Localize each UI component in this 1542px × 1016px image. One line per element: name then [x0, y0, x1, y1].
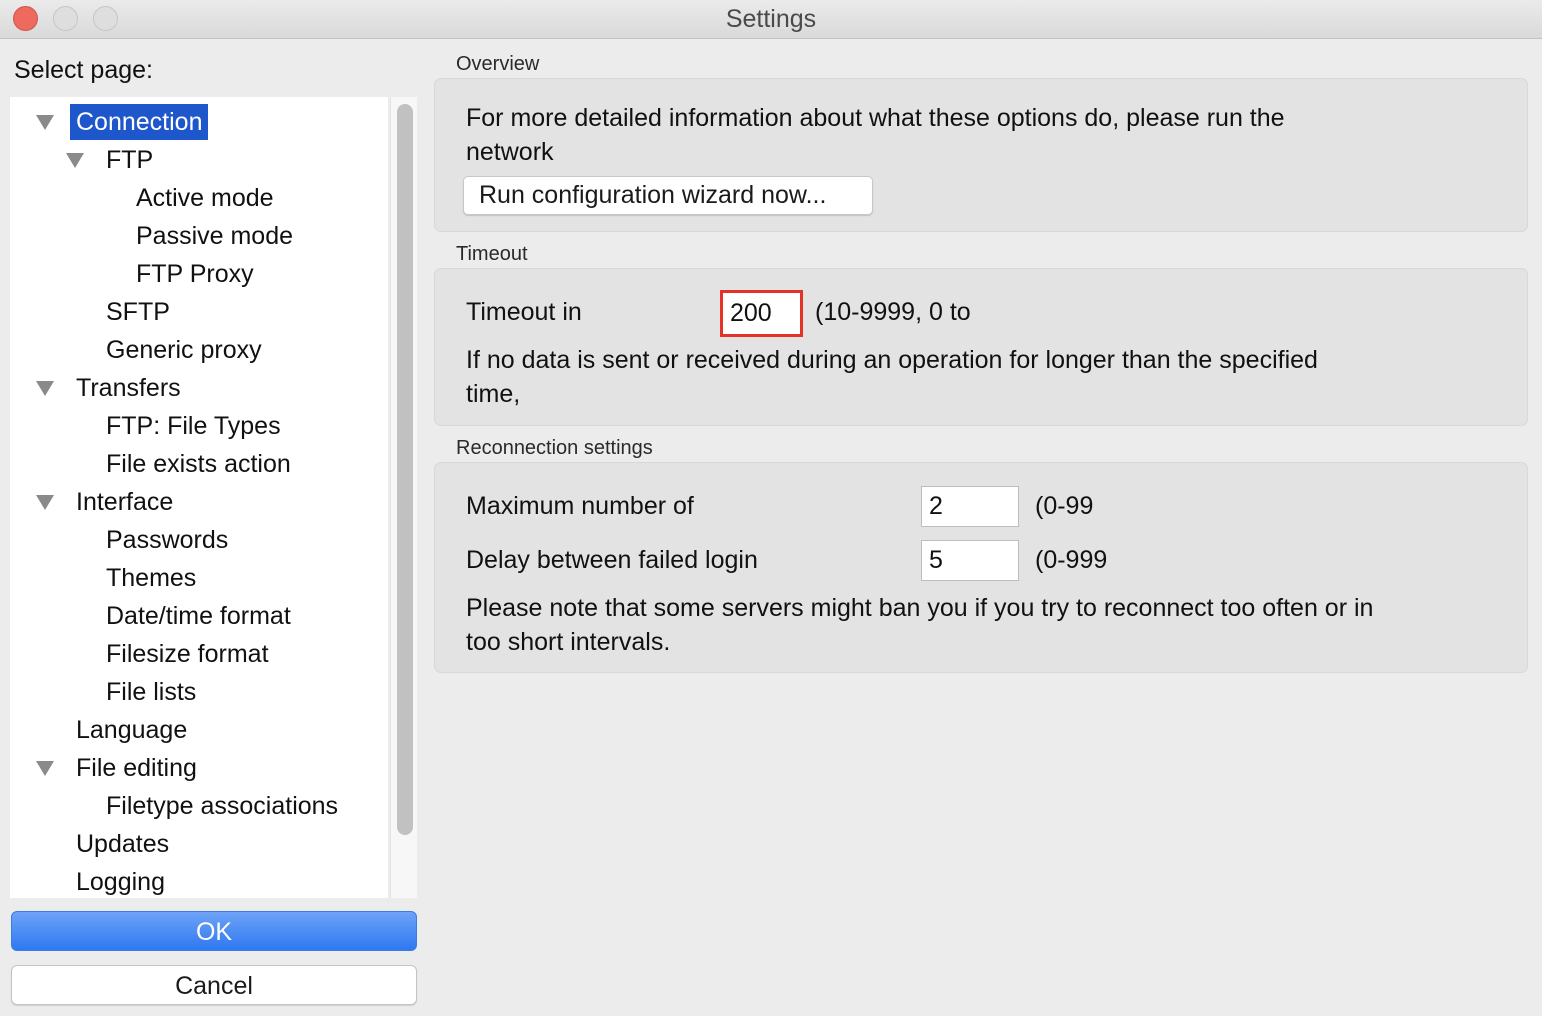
tree-item-language[interactable]: Language — [70, 712, 193, 748]
tree-item-ftp[interactable]: FTP — [100, 142, 159, 178]
max-retries-range-hint: (0-99 — [1035, 492, 1094, 520]
tree-item-passive-mode[interactable]: Passive mode — [130, 218, 299, 254]
reconnection-note-continued: too short intervals. — [466, 628, 671, 656]
tree-item-label: Language — [76, 716, 188, 744]
tree-item-sftp[interactable]: SFTP — [100, 294, 176, 330]
tree-item-file-lists[interactable]: File lists — [100, 674, 202, 710]
title-bar: Settings — [0, 0, 1542, 39]
page-tree[interactable]: Connection FTP Active mode Passive mode FTP … — [10, 97, 388, 898]
window-title: Settings — [725, 5, 817, 33]
delay-input[interactable] — [921, 540, 1019, 581]
tree-item-updates[interactable]: Updates — [70, 826, 175, 862]
timeout-label: Timeout in — [466, 298, 582, 326]
timeout-description-continued: time, — [466, 380, 521, 408]
tree-item-label: FTP Proxy — [136, 260, 254, 288]
tree-item-label: Date/time format — [106, 602, 291, 630]
tree-item-label: Transfers — [76, 374, 181, 402]
timeout-input[interactable] — [720, 290, 803, 337]
tree-item-label: Logging — [76, 868, 165, 896]
overview-text: For more detailed information about what… — [466, 104, 1285, 132]
tree-item-transfers[interactable]: Transfers — [70, 370, 187, 406]
tree-item-label: File editing — [76, 754, 197, 782]
tree-item-label: Themes — [106, 564, 197, 592]
overview-text-continued: network — [466, 138, 554, 166]
tree-item-file-exists-action[interactable]: File exists action — [100, 446, 297, 482]
tree-item-label: File lists — [106, 678, 197, 706]
tree-item-interface[interactable]: Interface — [70, 484, 179, 520]
tree-item-label: Filesize format — [106, 640, 269, 668]
disclosure-triangle-icon[interactable] — [36, 495, 54, 510]
timeout-range-hint: (10-9999, 0 to — [815, 298, 971, 326]
tree-item-themes[interactable]: Themes — [100, 560, 202, 596]
tree-item-logging[interactable]: Logging — [70, 864, 171, 898]
tree-item-label: Connection — [70, 104, 209, 140]
tree-scrollbar[interactable] — [390, 97, 417, 898]
tree-item-generic-proxy[interactable]: Generic proxy — [100, 332, 268, 368]
disclosure-triangle-icon[interactable] — [36, 381, 54, 396]
tree-item-label: Interface — [76, 488, 174, 516]
tree-item-label: Updates — [76, 830, 170, 858]
select-page-label: Select page: — [14, 56, 153, 84]
delay-label: Delay between failed login — [466, 546, 758, 574]
tree-item-label: Passive mode — [136, 222, 294, 250]
disclosure-triangle-icon[interactable] — [66, 153, 84, 168]
tree-item-filetype-associations[interactable]: Filetype associations — [100, 788, 344, 824]
tree-item-label: Generic proxy — [106, 336, 262, 364]
tree-item-label: FTP: File Types — [106, 412, 281, 440]
tree-item-filesize-format[interactable]: Filesize format — [100, 636, 275, 672]
max-retries-label: Maximum number of — [466, 492, 694, 520]
ok-button[interactable]: OK — [11, 911, 417, 951]
overview-group-title: Overview — [456, 53, 540, 75]
run-wizard-button[interactable]: Run configuration wizard now... — [463, 176, 873, 215]
tree-item-ftp-file-types[interactable]: FTP: File Types — [100, 408, 287, 444]
tree-item-passwords[interactable]: Passwords — [100, 522, 234, 558]
disclosure-triangle-icon[interactable] — [36, 761, 54, 776]
tree-item-label: FTP — [106, 146, 154, 174]
tree-item-ftp-proxy[interactable]: FTP Proxy — [130, 256, 260, 292]
max-retries-input[interactable] — [921, 486, 1019, 527]
tree-item-active-mode[interactable]: Active mode — [130, 180, 280, 216]
tree-item-label: Active mode — [136, 184, 274, 212]
tree-item-label: File exists action — [106, 450, 291, 478]
tree-item-label: Passwords — [106, 526, 229, 554]
tree-item-label: Filetype associations — [106, 792, 339, 820]
tree-item-connection[interactable]: Connection — [70, 104, 209, 140]
reconnection-note: Please note that some servers might ban … — [466, 594, 1374, 622]
scrollbar-thumb[interactable] — [397, 104, 413, 835]
delay-range-hint: (0-999 — [1035, 546, 1108, 574]
tree-item-label: SFTP — [106, 298, 170, 326]
tree-item-date-time-format[interactable]: Date/time format — [100, 598, 297, 634]
timeout-description: If no data is sent or received during an… — [466, 346, 1318, 374]
cancel-button[interactable]: Cancel — [11, 965, 417, 1005]
timeout-group-title: Timeout — [456, 243, 528, 265]
tree-item-file-editing[interactable]: File editing — [70, 750, 203, 786]
reconnection-group-title: Reconnection settings — [456, 437, 653, 459]
disclosure-triangle-icon[interactable] — [36, 115, 54, 130]
